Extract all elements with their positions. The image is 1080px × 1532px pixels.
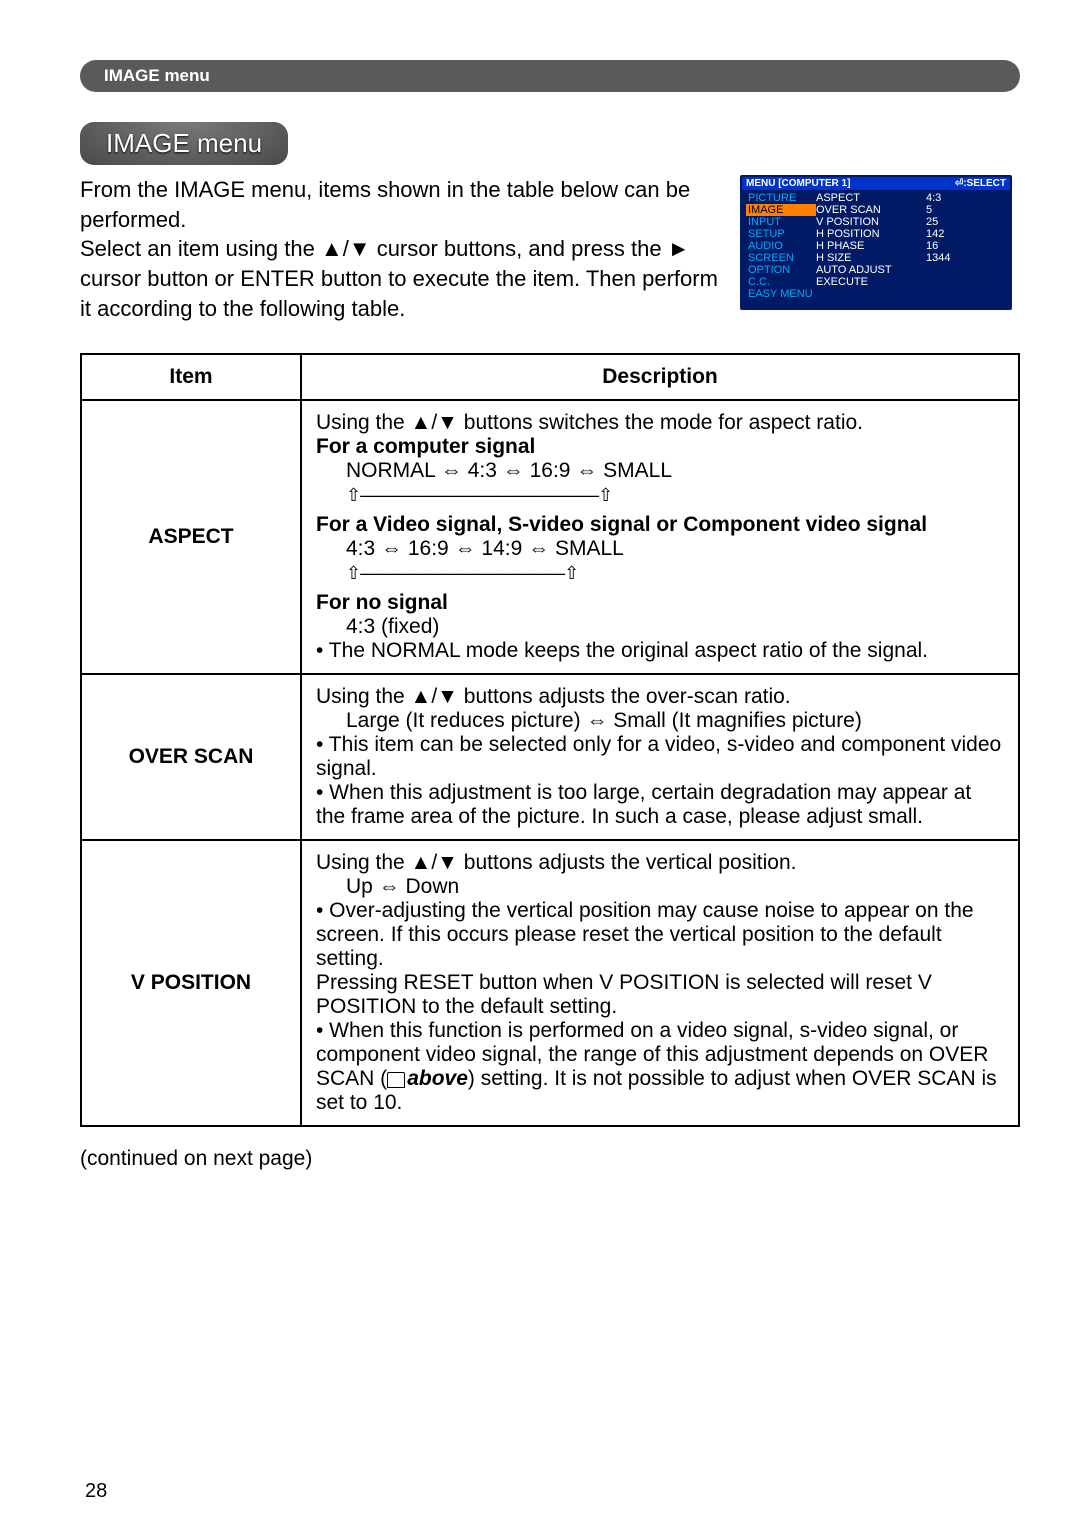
header-description: Description (301, 354, 1019, 400)
cycle-arrow-icon: ⇧――――――――――――⇧ (346, 563, 578, 584)
intro-line: From the IMAGE menu, items shown in the … (80, 177, 690, 232)
osd-menu-item: EASY MENU (746, 288, 816, 300)
osd-setting-label: AUTO ADJUST EXECUTE (816, 264, 926, 288)
aspect-sub2-title: For a Video signal, S-video signal or Co… (316, 513, 1004, 537)
vpos-range: Up ⇔ Down (346, 875, 1004, 899)
overscan-note1: • This item can be selected only for a v… (316, 733, 1004, 781)
osd-setting-value: 5 (926, 204, 976, 216)
table-header-row: Item Description (81, 354, 1019, 400)
aspect-intro: Using the ▲/▼ buttons switches the mode … (316, 411, 1004, 435)
manual-reference-icon (387, 1072, 405, 1088)
aspect-sub2-body: 4:3 ⇔ 16:9 ⇔ 14:9 ⇔ SMALL (346, 537, 1004, 561)
image-menu-table: Item Description ASPECT Using the ▲/▼ bu… (80, 353, 1020, 1127)
top-banner: IMAGE menu (80, 60, 1020, 92)
osd-right-column: 4:3 5 25 142 16 1344 (926, 192, 976, 300)
vpos-note3-ref: above (407, 1067, 468, 1090)
item-aspect: ASPECT (81, 400, 301, 674)
osd-menu-item: SETUP (746, 228, 816, 240)
osd-setting-label: ASPECT (816, 192, 926, 204)
overscan-note2: • When this adjustment is too large, cer… (316, 781, 1004, 829)
osd-header-right: ⏎:SELECT (955, 178, 1006, 189)
cycle-arrow-icon: ⇧――――――――――――――⇧ (346, 485, 612, 506)
osd-menu-item: INPUT (746, 216, 816, 228)
osd-menu-item: AUDIO (746, 240, 816, 252)
aspect-sub1-body: NORMAL ⇔ 4:3 ⇔ 16:9 ⇔ SMALL (346, 459, 1004, 483)
osd-menu-item: PICTURE (746, 192, 816, 204)
aspect-note: • The NORMAL mode keeps the original asp… (316, 639, 1004, 663)
osd-menu-item: OPTION (746, 264, 816, 276)
header-item: Item (81, 354, 301, 400)
section-title-pill: IMAGE menu (80, 122, 288, 165)
osd-setting-label: OVER SCAN (816, 204, 926, 216)
intro-paragraph: From the IMAGE menu, items shown in the … (80, 175, 720, 323)
desc-aspect: Using the ▲/▼ buttons switches the mode … (301, 400, 1019, 674)
page-number: 28 (85, 1480, 107, 1503)
vpos-note3: • When this function is performed on a v… (316, 1019, 1004, 1115)
vpos-note1: • Over-adjusting the vertical position m… (316, 899, 1004, 971)
osd-setting-label: H POSITION (816, 228, 926, 240)
aspect-sub3-body: 4:3 (fixed) (346, 615, 1004, 639)
osd-header-left: MENU [COMPUTER 1] (746, 178, 850, 189)
aspect-sub1-title: For a computer signal (316, 435, 1004, 459)
osd-setting-value: 16 (926, 240, 976, 252)
intro-line: Select an item using the ▲/▼ cursor butt… (80, 236, 718, 320)
item-overscan: OVER SCAN (81, 674, 301, 840)
aspect-sub3-title: For no signal (316, 591, 1004, 615)
osd-left-column: PICTURE IMAGE INPUT SETUP AUDIO SCREEN O… (746, 192, 816, 300)
osd-setting-value: 25 (926, 216, 976, 228)
overscan-intro: Using the ▲/▼ buttons adjusts the over-s… (316, 685, 1004, 709)
osd-setting-label: H PHASE (816, 240, 926, 252)
osd-setting-value: 1344 (926, 252, 976, 264)
desc-vposition: Using the ▲/▼ buttons adjusts the vertic… (301, 840, 1019, 1126)
osd-menu-item: C.C. (746, 276, 816, 288)
overscan-range: Large (It reduces picture) ⇔ Small (It m… (346, 709, 1004, 733)
osd-setting-label: H SIZE (816, 252, 926, 264)
continued-note: (continued on next page) (80, 1147, 1020, 1171)
osd-setting-value: 4:3 (926, 192, 976, 204)
osd-menu-item: SCREEN (746, 252, 816, 264)
osd-mid-column: ASPECT OVER SCAN V POSITION H POSITION H… (816, 192, 926, 300)
desc-overscan: Using the ▲/▼ buttons adjusts the over-s… (301, 674, 1019, 840)
table-row: ASPECT Using the ▲/▼ buttons switches th… (81, 400, 1019, 674)
vpos-intro: Using the ▲/▼ buttons adjusts the vertic… (316, 851, 1004, 875)
osd-setting-label: V POSITION (816, 216, 926, 228)
vpos-note2: Pressing RESET button when V POSITION is… (316, 971, 1004, 1019)
osd-menu-item-highlight: IMAGE (746, 204, 816, 216)
osd-screenshot: MENU [COMPUTER 1] ⏎:SELECT PICTURE IMAGE… (740, 175, 1012, 310)
osd-setting-value: 142 (926, 228, 976, 240)
item-vposition: V POSITION (81, 840, 301, 1126)
osd-header: MENU [COMPUTER 1] ⏎:SELECT (742, 177, 1010, 190)
table-row: V POSITION Using the ▲/▼ buttons adjusts… (81, 840, 1019, 1126)
table-row: OVER SCAN Using the ▲/▼ buttons adjusts … (81, 674, 1019, 840)
